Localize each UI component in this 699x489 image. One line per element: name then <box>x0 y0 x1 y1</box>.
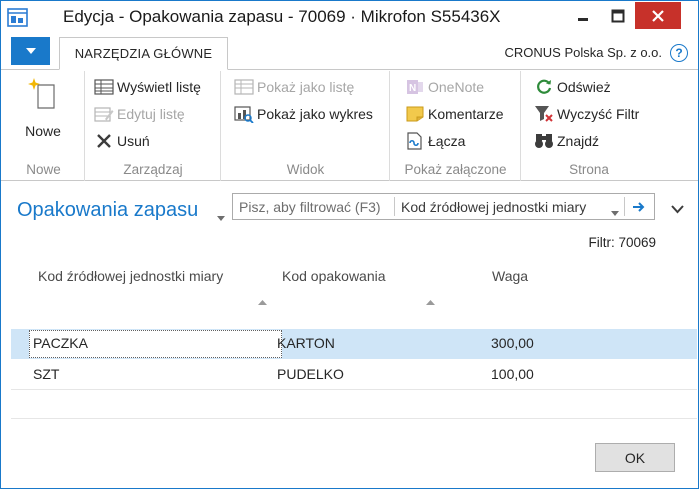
cell-weight: 100,00 <box>491 366 534 382</box>
ribbon-group-view: Pokaż jako listę Pokaż jako wykres Widok <box>222 71 390 181</box>
delete-label: Usuń <box>117 133 150 149</box>
caret-down-icon[interactable] <box>217 209 225 225</box>
onenote-icon: N <box>405 77 425 97</box>
title-bar: Edycja - Opakowania zapasu - 70069 · Mik… <box>1 1 698 34</box>
binoculars-icon <box>534 131 554 151</box>
cell-package-code: KARTON <box>277 335 335 351</box>
delete-button[interactable]: Usuń <box>94 129 150 153</box>
ribbon-group-new: Nowe Nowe <box>3 71 85 181</box>
edit-list-label: Edytuj listę <box>117 106 185 122</box>
new-button[interactable]: Nowe <box>3 73 83 143</box>
group-label-view: Widok <box>286 162 325 177</box>
show-as-list-icon <box>234 77 254 97</box>
group-label-attachments: Pokaż załączone <box>404 162 507 177</box>
show-as-list-label: Pokaż jako listę <box>257 79 355 95</box>
view-list-icon <box>94 77 114 97</box>
column-header-package-code[interactable]: Kod opakowania <box>282 268 386 284</box>
clear-filter-label: Wyczyść Filtr <box>557 106 640 122</box>
show-as-list-button[interactable]: Pokaż jako listę <box>234 75 354 99</box>
app-window-icon <box>7 7 29 29</box>
column-header-weight[interactable]: Waga <box>492 268 528 284</box>
empty-new-row[interactable] <box>11 390 697 419</box>
arrow-right-icon[interactable] <box>629 198 649 216</box>
filter-status: Filtr: 70069 <box>588 235 656 250</box>
ribbon-group-attachments: N OneNote Komentarze Łącza Pokaż załączo… <box>391 71 521 181</box>
filter-box: Pisz, aby filtrować (F3) Kod źródłowej j… <box>232 193 655 220</box>
edit-list-icon <box>94 104 114 124</box>
edit-list-button[interactable]: Edytuj listę <box>94 102 185 126</box>
app-window: Edycja - Opakowania zapasu - 70069 · Mik… <box>0 0 699 489</box>
links-icon <box>405 131 425 151</box>
cell-weight: 300,00 <box>491 335 534 351</box>
caret-down-icon[interactable] <box>611 204 619 220</box>
cell-source-uom: PACZKA <box>33 335 88 351</box>
notes-label: Komentarze <box>428 106 504 122</box>
refresh-label: Odśwież <box>557 79 611 95</box>
maximize-icon <box>611 9 624 22</box>
group-label-manage: Zarządzaj <box>123 162 183 177</box>
notes-button[interactable]: Komentarze <box>405 102 503 126</box>
find-label: Znajdź <box>557 133 600 149</box>
show-as-chart-button[interactable]: Pokaż jako wykres <box>234 102 373 126</box>
company-name: CRONUS Polska Sp. z o.o. <box>504 45 663 60</box>
view-list-label: Wyświetl listę <box>117 79 201 95</box>
onenote-button[interactable]: N OneNote <box>405 75 484 99</box>
links-button[interactable]: Łącza <box>405 129 465 153</box>
show-as-chart-label: Pokaż jako wykres <box>257 106 373 122</box>
table-row[interactable]: PACZKA KARTON 300,00 <box>11 329 697 359</box>
column-header-source-uom[interactable]: Kod źródłowej jednostki miary <box>38 268 223 284</box>
svg-text:N: N <box>409 83 416 94</box>
view-list-button[interactable]: Wyświetl listę <box>94 75 201 99</box>
sort-ascending-icon <box>426 292 435 308</box>
filter-field-select[interactable]: Kod źródłowej jednostki miary <box>401 199 586 215</box>
refresh-icon <box>534 77 554 97</box>
filter-divider <box>394 197 395 216</box>
ribbon-tab-row: NARZĘDZIA GŁÓWNE CRONUS Polska Sp. z o.o… <box>1 37 698 70</box>
group-label-page: Strona <box>569 162 609 177</box>
close-icon <box>652 9 664 22</box>
ribbon-group-manage: Wyświetl listę Edytuj listę Usuń Zarządz… <box>86 71 221 181</box>
notes-icon <box>405 104 425 124</box>
search-input[interactable]: Pisz, aby filtrować (F3) <box>239 199 381 215</box>
minimize-button[interactable] <box>566 2 600 29</box>
cell-package-code: PUDELKO <box>277 366 344 382</box>
new-sparkle-icon <box>27 77 57 112</box>
minimize-icon <box>578 17 588 21</box>
page-title[interactable]: Opakowania zapasu <box>17 199 198 222</box>
window-title: Edycja - Opakowania zapasu - 70069 · Mik… <box>63 7 501 26</box>
show-as-chart-icon <box>234 104 254 124</box>
ribbon: Nowe Nowe Wyświetl listę Edytuj listę Us… <box>1 71 698 181</box>
find-button[interactable]: Znajdź <box>534 129 599 153</box>
clear-filter-button[interactable]: Wyczyść Filtr <box>534 102 639 126</box>
table-row[interactable]: SZT PUDELKO 100,00 <box>11 360 697 390</box>
ok-button[interactable]: OK <box>595 443 675 472</box>
chevron-down-icon <box>25 48 36 54</box>
file-menu-button[interactable] <box>11 37 50 65</box>
group-label-new: Nowe <box>26 162 61 177</box>
refresh-button[interactable]: Odśwież <box>534 75 611 99</box>
delete-x-icon <box>94 131 114 151</box>
onenote-label: OneNote <box>428 79 485 95</box>
clear-filter-icon <box>534 104 554 124</box>
chevron-down-icon[interactable] <box>671 201 684 217</box>
tab-home[interactable]: NARZĘDZIA GŁÓWNE <box>59 37 228 70</box>
links-label: Łącza <box>428 133 466 149</box>
maximize-button[interactable] <box>601 2 634 29</box>
close-button[interactable] <box>635 2 681 29</box>
new-button-label: Nowe <box>25 123 61 139</box>
help-icon[interactable]: ? <box>670 44 688 62</box>
sort-ascending-icon <box>258 292 267 308</box>
ribbon-group-page: Odśwież Wyczyść Filtr Znajdź Strona <box>522 71 656 181</box>
filter-divider <box>624 197 625 216</box>
cell-source-uom: SZT <box>33 366 60 382</box>
